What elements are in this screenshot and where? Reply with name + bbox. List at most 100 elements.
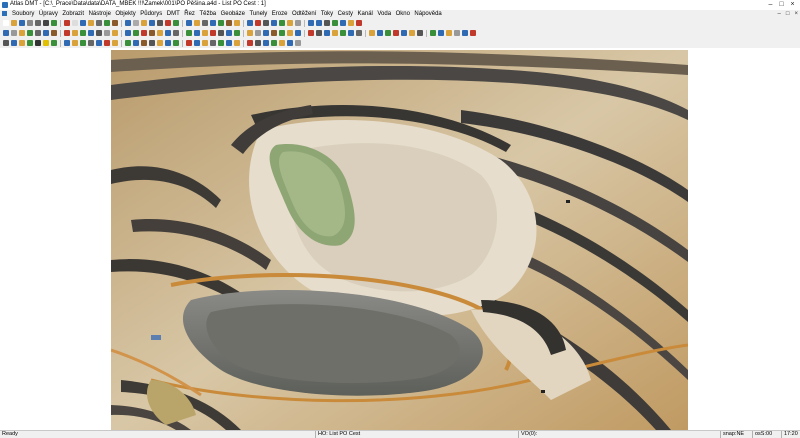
- toolbar-tool-icon[interactable]: [255, 30, 261, 36]
- toolbar-tool-icon[interactable]: [210, 30, 216, 36]
- menu-item[interactable]: Řez: [184, 10, 195, 18]
- toolbar-tool-icon[interactable]: [393, 30, 399, 36]
- menu-item[interactable]: Nápověda: [414, 10, 441, 18]
- toolbar-tool-icon[interactable]: [141, 40, 147, 46]
- toolbar-tool-icon[interactable]: [470, 30, 476, 36]
- toolbar-tool-icon[interactable]: [202, 20, 208, 26]
- toolbar-tool-icon[interactable]: [308, 20, 314, 26]
- menu-item[interactable]: Zobrazit: [62, 10, 84, 18]
- toolbar-tool-icon[interactable]: [348, 30, 354, 36]
- toolbar-tool-icon[interactable]: [316, 30, 322, 36]
- toolbar-tool-icon[interactable]: [64, 20, 70, 26]
- toolbar-tool-icon[interactable]: [157, 20, 163, 26]
- toolbar-tool-icon[interactable]: [133, 40, 139, 46]
- close-button[interactable]: ×: [787, 0, 798, 9]
- toolbar-tool-icon[interactable]: [454, 30, 460, 36]
- drawing-canvas[interactable]: [0, 48, 800, 430]
- toolbar-tool-icon[interactable]: [348, 20, 354, 26]
- toolbar-tool-icon[interactable]: [226, 30, 232, 36]
- toolbar-tool-icon[interactable]: [72, 40, 78, 46]
- toolbar-tool-icon[interactable]: [141, 20, 147, 26]
- toolbar-tool-icon[interactable]: [27, 40, 33, 46]
- toolbar-tool-icon[interactable]: [377, 30, 383, 36]
- toolbar-tool-icon[interactable]: [226, 40, 232, 46]
- toolbar-tool-icon[interactable]: [255, 40, 261, 46]
- toolbar-tool-icon[interactable]: [218, 40, 224, 46]
- toolbar-tool-icon[interactable]: [218, 20, 224, 26]
- toolbar-tool-icon[interactable]: [80, 20, 86, 26]
- toolbar-tool-icon[interactable]: [210, 20, 216, 26]
- mdi-minimize-button[interactable]: –: [778, 10, 781, 18]
- toolbar-tool-icon[interactable]: [133, 30, 139, 36]
- toolbar-tool-icon[interactable]: [27, 30, 33, 36]
- toolbar-tool-icon[interactable]: [279, 30, 285, 36]
- menu-item[interactable]: Odtěžení: [292, 10, 316, 18]
- menu-item[interactable]: Eroze: [272, 10, 288, 18]
- toolbar-tool-icon[interactable]: [3, 20, 9, 26]
- toolbar-tool-icon[interactable]: [247, 40, 253, 46]
- toolbar-tool-icon[interactable]: [35, 30, 41, 36]
- toolbar-tool-icon[interactable]: [173, 30, 179, 36]
- toolbar-tool-icon[interactable]: [210, 40, 216, 46]
- toolbar-tool-icon[interactable]: [409, 30, 415, 36]
- toolbar-tool-icon[interactable]: [165, 30, 171, 36]
- toolbar-tool-icon[interactable]: [194, 40, 200, 46]
- toolbar-tool-icon[interactable]: [234, 20, 240, 26]
- toolbar-tool-icon[interactable]: [438, 30, 444, 36]
- menu-item[interactable]: Toky: [321, 10, 333, 18]
- toolbar-tool-icon[interactable]: [104, 40, 110, 46]
- toolbar-tool-icon[interactable]: [234, 30, 240, 36]
- toolbar-tool-icon[interactable]: [133, 20, 139, 26]
- toolbar-tool-icon[interactable]: [255, 20, 261, 26]
- menu-item[interactable]: Okno: [396, 10, 410, 18]
- toolbar-tool-icon[interactable]: [80, 30, 86, 36]
- toolbar-tool-icon[interactable]: [96, 20, 102, 26]
- toolbar-tool-icon[interactable]: [149, 30, 155, 36]
- toolbar-tool-icon[interactable]: [316, 20, 322, 26]
- menu-item[interactable]: Těžba: [199, 10, 216, 18]
- toolbar-tool-icon[interactable]: [27, 20, 33, 26]
- toolbar-tool-icon[interactable]: [3, 40, 9, 46]
- toolbar-tool-icon[interactable]: [194, 20, 200, 26]
- toolbar-tool-icon[interactable]: [51, 40, 57, 46]
- menu-item[interactable]: Nástroje: [89, 10, 111, 18]
- toolbar-tool-icon[interactable]: [19, 20, 25, 26]
- toolbar-tool-icon[interactable]: [72, 20, 78, 26]
- toolbar-tool-icon[interactable]: [35, 20, 41, 26]
- toolbar-tool-icon[interactable]: [247, 20, 253, 26]
- toolbar-tool-icon[interactable]: [234, 40, 240, 46]
- toolbar-tool-icon[interactable]: [287, 30, 293, 36]
- toolbar-tool-icon[interactable]: [263, 20, 269, 26]
- toolbar-tool-icon[interactable]: [279, 40, 285, 46]
- toolbar-tool-icon[interactable]: [385, 30, 391, 36]
- toolbar-tool-icon[interactable]: [279, 20, 285, 26]
- toolbar-tool-icon[interactable]: [104, 30, 110, 36]
- toolbar-tool-icon[interactable]: [19, 30, 25, 36]
- toolbar-tool-icon[interactable]: [157, 30, 163, 36]
- toolbar-tool-icon[interactable]: [173, 40, 179, 46]
- toolbar-tool-icon[interactable]: [417, 30, 423, 36]
- menu-item[interactable]: Kanál: [358, 10, 373, 18]
- toolbar-tool-icon[interactable]: [332, 30, 338, 36]
- toolbar-tool-icon[interactable]: [11, 30, 17, 36]
- toolbar-tool-icon[interactable]: [96, 40, 102, 46]
- menu-item[interactable]: Objekty: [115, 10, 135, 18]
- toolbar-tool-icon[interactable]: [104, 20, 110, 26]
- toolbar-tool-icon[interactable]: [51, 30, 57, 36]
- toolbar-tool-icon[interactable]: [401, 30, 407, 36]
- toolbar-tool-icon[interactable]: [51, 20, 57, 26]
- toolbar-tool-icon[interactable]: [295, 40, 301, 46]
- toolbar-tool-icon[interactable]: [263, 40, 269, 46]
- toolbar-tool-icon[interactable]: [271, 20, 277, 26]
- toolbar-tool-icon[interactable]: [295, 30, 301, 36]
- toolbar-tool-icon[interactable]: [202, 30, 208, 36]
- toolbar-tool-icon[interactable]: [157, 40, 163, 46]
- minimize-button[interactable]: –: [765, 0, 776, 9]
- toolbar-tool-icon[interactable]: [11, 40, 17, 46]
- toolbar-tool-icon[interactable]: [165, 40, 171, 46]
- toolbar-tool-icon[interactable]: [202, 40, 208, 46]
- toolbar-tool-icon[interactable]: [356, 30, 362, 36]
- toolbar-tool-icon[interactable]: [324, 20, 330, 26]
- toolbar-tool-icon[interactable]: [43, 30, 49, 36]
- toolbar-tool-icon[interactable]: [64, 30, 70, 36]
